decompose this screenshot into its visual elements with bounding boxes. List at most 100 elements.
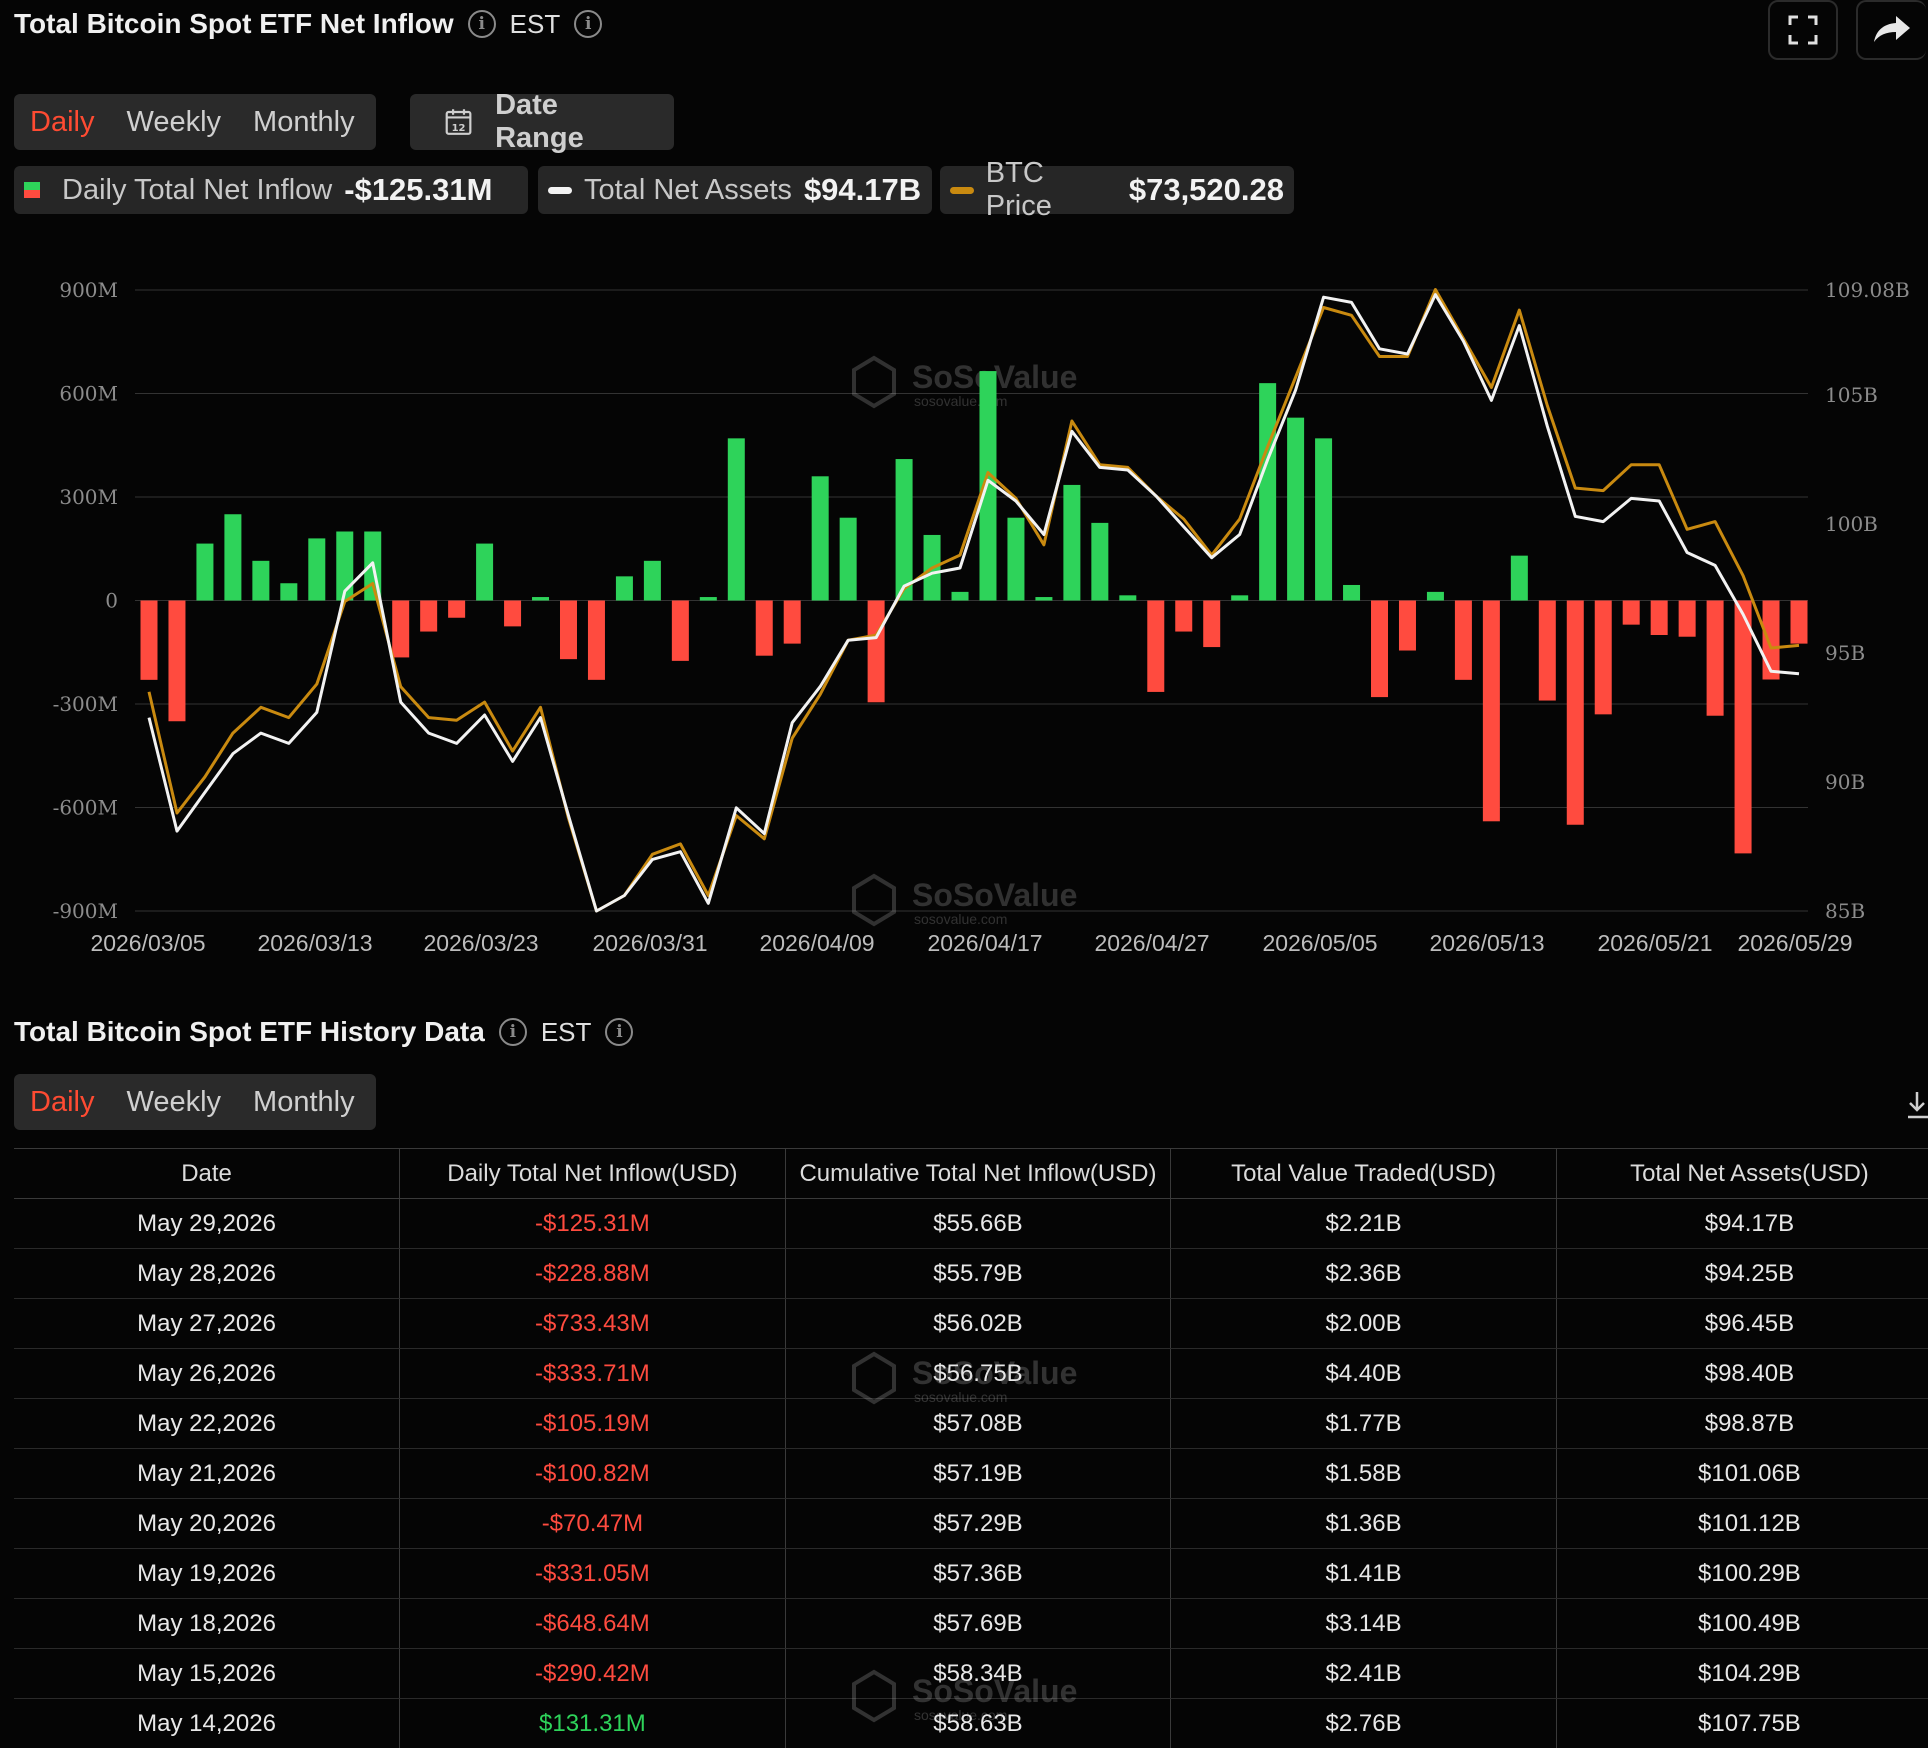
legend-assets[interactable]: Total Net Assets $94.17B [538, 166, 932, 214]
info-icon[interactable]: i [605, 1018, 634, 1046]
inflow-bar[interactable] [1175, 600, 1193, 632]
inflow-bar[interactable] [532, 597, 550, 601]
inflow-bar[interactable] [783, 600, 801, 644]
x-tick-label: 2026/03/31 [592, 930, 707, 956]
inflow-bar[interactable] [755, 600, 773, 656]
y-left-tick-label: 600M [59, 382, 118, 406]
inflow-bar[interactable] [727, 438, 745, 601]
watermark-url: sosovalue.com [914, 1389, 1007, 1405]
inflow-bar[interactable] [1566, 600, 1584, 825]
inflow-bar[interactable] [1790, 600, 1808, 644]
inflow-bar[interactable] [196, 543, 214, 601]
inflow-bar[interactable] [280, 583, 298, 601]
history-title: Total Bitcoin Spot ETF History Data [14, 1016, 485, 1047]
inflow-bar[interactable] [951, 591, 969, 601]
cell-value-traded: $2.36B [1170, 1248, 1557, 1299]
y-right-tick-label: 109.08B [1825, 278, 1910, 302]
inflow-bar[interactable] [1650, 600, 1668, 636]
inflow-bar[interactable] [476, 543, 494, 601]
inflow-bar[interactable] [867, 600, 885, 703]
inflow-bar[interactable] [1063, 484, 1081, 601]
cell-net-assets: $98.87B [1555, 1398, 1928, 1449]
inflow-bar[interactable] [1119, 595, 1137, 601]
inflow-bar[interactable] [811, 476, 829, 601]
cell-date: May 22,2026 [14, 1398, 400, 1449]
inflow-bar[interactable] [420, 600, 438, 632]
fullscreen-button[interactable] [1768, 0, 1838, 60]
cell-value-traded: $3.14B [1170, 1598, 1557, 1649]
inflow-bar[interactable] [1454, 600, 1472, 680]
tab-daily[interactable]: Daily [30, 106, 94, 139]
inflow-bar[interactable] [1678, 600, 1696, 637]
history-tab-monthly[interactable]: Monthly [253, 1086, 355, 1119]
page-title: Total Bitcoin Spot ETF Net Inflow [14, 8, 454, 39]
inflow-bar[interactable] [1231, 595, 1249, 601]
inflow-bar[interactable] [1734, 600, 1752, 854]
inflow-bar[interactable] [1035, 597, 1053, 601]
info-icon[interactable]: i [498, 1018, 527, 1046]
inflow-bar[interactable] [1007, 517, 1025, 601]
inflow-bar[interactable] [140, 600, 158, 680]
inflow-bar[interactable] [1371, 600, 1389, 698]
inflow-bar[interactable] [504, 600, 522, 627]
share-button[interactable] [1856, 0, 1926, 60]
watermark-url: sosovalue.com [914, 1707, 1007, 1723]
inflow-bar[interactable] [1426, 591, 1444, 601]
download-button[interactable] [1906, 1090, 1928, 1125]
tab-weekly[interactable]: Weekly [126, 106, 221, 139]
inflow-bar[interactable] [1147, 600, 1165, 692]
inflow-bar[interactable] [1482, 600, 1500, 822]
legend-btc[interactable]: BTC Price $73,520.28 [940, 157, 1294, 222]
inflow-bar[interactable] [168, 600, 186, 722]
cell-date: May 26,2026 [14, 1348, 400, 1399]
date-range-button[interactable]: 12 Date Range [410, 89, 674, 154]
inflow-bar[interactable] [392, 600, 410, 658]
inflow-bar[interactable] [1706, 600, 1724, 716]
cell-date: May 14,2026 [14, 1698, 400, 1748]
inflow-bar[interactable] [1622, 600, 1640, 625]
inflow-bar[interactable] [1343, 584, 1361, 601]
legend-inflow-value: -$125.31M [344, 172, 493, 207]
history-tab-weekly[interactable]: Weekly [126, 1086, 221, 1119]
column-header-net-assets[interactable]: Total Net Assets(USD) [1555, 1148, 1928, 1199]
inflow-bar[interactable] [895, 459, 913, 601]
inflow-bar[interactable] [643, 560, 661, 601]
inflow-bar[interactable] [1594, 600, 1612, 715]
inflow-bar[interactable] [448, 600, 466, 618]
legend-inflow[interactable]: Daily Total Net Inflow -$125.31M [14, 166, 528, 214]
cell-value-traded: $2.21B [1170, 1198, 1557, 1249]
inflow-bar[interactable] [1762, 600, 1780, 680]
info-icon[interactable]: i [467, 10, 496, 38]
history-tab-daily[interactable]: Daily [30, 1086, 94, 1119]
inflow-bar[interactable] [1203, 600, 1221, 648]
inflow-bar[interactable] [615, 576, 633, 601]
inflow-bar[interactable] [1091, 522, 1109, 601]
inflow-bar[interactable] [1259, 383, 1277, 601]
tab-monthly[interactable]: Monthly [253, 106, 355, 139]
net-inflow-chart[interactable]: SoSoValuesosovalue.comSoSoValuesosovalue… [0, 250, 1928, 970]
cell-cumulative-inflow: $57.69B [784, 1598, 1171, 1649]
inflow-bar[interactable] [559, 600, 577, 660]
inflow-bar[interactable] [1510, 555, 1528, 601]
cell-daily-inflow: $131.31M [399, 1698, 786, 1748]
y-left-tick-label: 300M [59, 485, 118, 509]
info-icon[interactable]: i [574, 10, 603, 38]
column-header-value-traded[interactable]: Total Value Traded(USD) [1170, 1148, 1557, 1199]
cell-cumulative-inflow: $56.02B [784, 1298, 1171, 1349]
inflow-bar[interactable] [839, 517, 857, 601]
column-header-daily-inflow[interactable]: Daily Total Net Inflow(USD) [399, 1148, 786, 1199]
inflow-bar[interactable] [1315, 438, 1333, 601]
inflow-bar[interactable] [671, 600, 689, 661]
inflow-bar[interactable] [1538, 600, 1556, 701]
inflow-bar[interactable] [308, 538, 326, 601]
column-header-cumulative-inflow[interactable]: Cumulative Total Net Inflow(USD) [784, 1148, 1171, 1199]
cell-value-traded: $1.41B [1170, 1548, 1557, 1599]
inflow-bar[interactable] [699, 597, 717, 601]
inflow-bar[interactable] [252, 560, 270, 601]
inflow-bar[interactable] [1398, 600, 1416, 651]
inflow-bar[interactable] [1287, 417, 1305, 601]
inflow-bar[interactable] [587, 600, 605, 680]
inflow-bar[interactable] [224, 514, 242, 601]
table-row: May 28,2026 -$228.88M $55.79B $2.36B $94.25B [14, 1248, 1928, 1299]
column-header-date[interactable]: Date [14, 1148, 400, 1199]
